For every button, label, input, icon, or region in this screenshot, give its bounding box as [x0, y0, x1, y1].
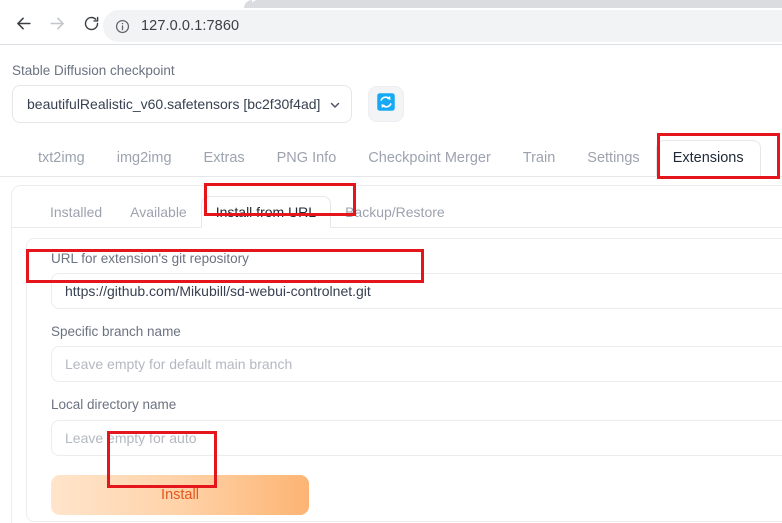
- refresh-checkpoints-button[interactable]: [368, 86, 404, 123]
- back-button[interactable]: [9, 12, 37, 40]
- branch-input[interactable]: Leave empty for default main branch: [51, 346, 782, 383]
- field-spacer-1: [27, 309, 782, 324]
- branch-field-group: Specific branch name Leave empty for def…: [27, 324, 782, 383]
- url-field-label: URL for extension's git repository: [51, 251, 249, 266]
- extensions-panel: Installed Available Install from URL Bac…: [11, 185, 782, 523]
- chevron-down-icon: [329, 98, 341, 110]
- site-info-icon[interactable]: [114, 18, 130, 34]
- branch-field-label: Specific branch name: [51, 324, 181, 340]
- tab-extras[interactable]: Extras: [188, 150, 261, 177]
- directory-field-group: Local directory name Leave empty for aut…: [27, 397, 782, 456]
- tab-checkpoint-merger[interactable]: Checkpoint Merger: [352, 150, 507, 177]
- gradio-app: Stable Diffusion checkpoint beautifulRea…: [0, 45, 782, 523]
- refresh-icon: [376, 92, 396, 117]
- tab-img2img[interactable]: img2img: [101, 150, 188, 177]
- tab-txt2img[interactable]: txt2img: [22, 150, 101, 177]
- browser-tab-strip[interactable]: [244, 0, 782, 8]
- address-bar[interactable]: 127.0.0.1:7860: [103, 10, 782, 42]
- checkpoint-dropdown[interactable]: beautifulRealistic_v60.safetensors [bc2f…: [12, 85, 352, 124]
- checkpoint-row: Stable Diffusion checkpoint beautifulRea…: [12, 63, 404, 124]
- tab-png-info[interactable]: PNG Info: [261, 150, 353, 177]
- subtab-available[interactable]: Available: [116, 205, 201, 227]
- directory-input[interactable]: Leave empty for auto: [51, 419, 782, 456]
- field-spacer-2: [27, 382, 782, 397]
- extensions-sub-tab-bar: Installed Available Install from URL Bac…: [12, 195, 782, 228]
- url-input[interactable]: https://github.com/Mikubill/sd-webui-con…: [51, 273, 782, 310]
- subtab-installed[interactable]: Installed: [36, 205, 116, 227]
- forward-arrow-icon: [48, 14, 67, 38]
- install-from-url-form: URL for extension's git repository https…: [26, 238, 782, 522]
- forward-button[interactable]: [43, 12, 71, 40]
- install-button[interactable]: Install: [51, 474, 309, 515]
- back-arrow-icon: [14, 14, 33, 38]
- browser-chrome: 127.0.0.1:7860: [0, 0, 782, 45]
- browser-nav-bar: 127.0.0.1:7860: [0, 8, 782, 44]
- checkpoint-selected-value: beautifulRealistic_v60.safetensors [bc2f…: [27, 96, 321, 113]
- subtab-backup-restore[interactable]: Backup/Restore: [331, 205, 459, 227]
- tab-extensions[interactable]: Extensions: [655, 139, 761, 177]
- reload-button[interactable]: [77, 12, 105, 40]
- checkpoint-label: Stable Diffusion checkpoint: [12, 63, 175, 78]
- directory-field-label: Local directory name: [51, 397, 177, 413]
- checkpoint-group: Stable Diffusion checkpoint beautifulRea…: [12, 63, 352, 124]
- url-field-group: URL for extension's git repository https…: [27, 251, 782, 310]
- tab-train[interactable]: Train: [507, 150, 572, 177]
- main-tab-bar: txt2img img2img Extras PNG Info Checkpoi…: [0, 137, 782, 177]
- address-bar-url[interactable]: 127.0.0.1:7860: [141, 18, 239, 34]
- reload-icon: [83, 15, 100, 37]
- subtab-install-from-url[interactable]: Install from URL: [200, 196, 332, 228]
- tab-settings[interactable]: Settings: [571, 150, 655, 177]
